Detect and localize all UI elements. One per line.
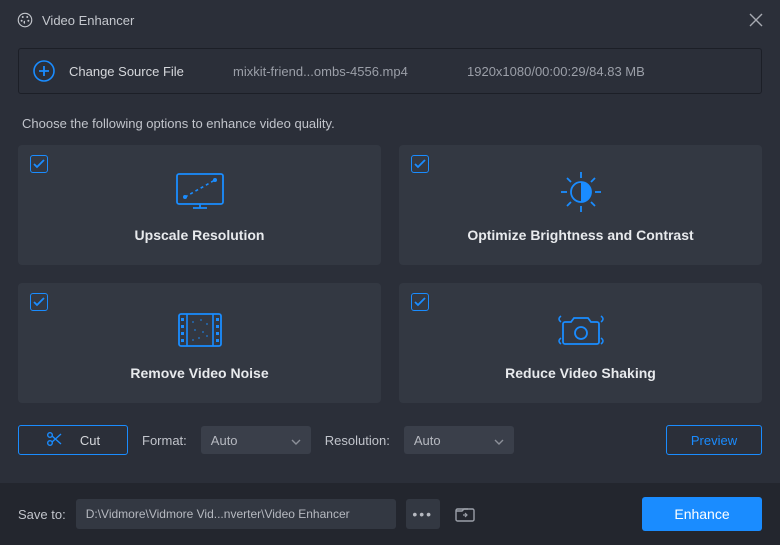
option-label: Remove Video Noise: [130, 365, 268, 381]
source-meta: 1920x1080/00:00:29/84.83 MB: [467, 64, 645, 79]
checkbox-shaking[interactable]: [411, 293, 429, 311]
option-label: Upscale Resolution: [135, 227, 265, 243]
checkbox-noise[interactable]: [30, 293, 48, 311]
add-icon[interactable]: [33, 60, 55, 82]
chevron-down-icon: [494, 433, 504, 448]
enhance-button[interactable]: Enhance: [642, 497, 762, 531]
source-file-row: Change Source File mixkit-friend...ombs-…: [18, 48, 762, 94]
footer-bar: Save to: D:\Vidmore\Vidmore Vid...nverte…: [0, 483, 780, 545]
source-filename: mixkit-friend...ombs-4556.mp4: [233, 64, 453, 79]
option-label: Reduce Video Shaking: [505, 365, 656, 381]
checkbox-brightness[interactable]: [411, 155, 429, 173]
change-source-button[interactable]: Change Source File: [69, 64, 219, 79]
camera-shake-icon: [555, 305, 607, 355]
option-upscale-resolution[interactable]: Upscale Resolution: [18, 145, 381, 265]
scissors-icon: [46, 431, 62, 450]
save-path-text: D:\Vidmore\Vidmore Vid...nverter\Video E…: [86, 507, 350, 521]
chevron-down-icon: [291, 433, 301, 448]
checkbox-upscale[interactable]: [30, 155, 48, 173]
option-remove-noise[interactable]: Remove Video Noise: [18, 283, 381, 403]
close-icon[interactable]: [748, 12, 764, 33]
titlebar: Video Enhancer: [0, 0, 780, 40]
palette-icon: [16, 11, 34, 29]
format-value: Auto: [211, 433, 238, 448]
app-title: Video Enhancer: [42, 13, 134, 28]
resolution-value: Auto: [414, 433, 441, 448]
filmstrip-icon: [173, 305, 227, 355]
folder-icon: [455, 506, 475, 522]
option-label: Optimize Brightness and Contrast: [467, 227, 693, 243]
save-to-label: Save to:: [18, 507, 66, 522]
cut-button[interactable]: Cut: [18, 425, 128, 455]
format-label: Format:: [142, 433, 187, 448]
open-folder-button[interactable]: [450, 499, 480, 529]
toolbar-row: Cut Format: Auto Resolution: Auto Previe…: [18, 425, 762, 455]
resolution-label: Resolution:: [325, 433, 390, 448]
brightness-icon: [557, 167, 605, 217]
format-select[interactable]: Auto: [201, 426, 311, 454]
monitor-icon: [173, 167, 227, 217]
resolution-select[interactable]: Auto: [404, 426, 514, 454]
save-path-field[interactable]: D:\Vidmore\Vidmore Vid...nverter\Video E…: [76, 499, 396, 529]
more-button[interactable]: •••: [406, 499, 440, 529]
option-reduce-shaking[interactable]: Reduce Video Shaking: [399, 283, 762, 403]
instruction-text: Choose the following options to enhance …: [22, 116, 758, 131]
cut-label: Cut: [80, 433, 100, 448]
option-brightness-contrast[interactable]: Optimize Brightness and Contrast: [399, 145, 762, 265]
preview-button[interactable]: Preview: [666, 425, 762, 455]
options-grid: Upscale Resolution Optimize Brightness a…: [18, 145, 762, 403]
